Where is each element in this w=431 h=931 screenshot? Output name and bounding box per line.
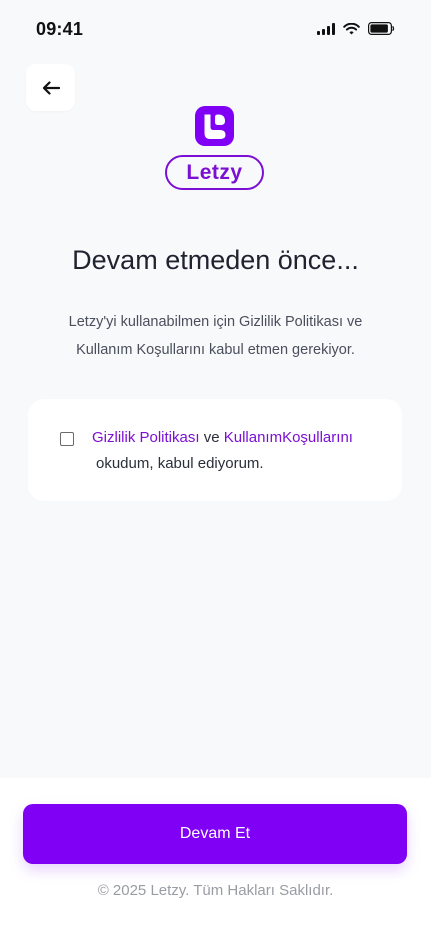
status-icons [317,22,395,35]
consent-text-line-2: okudum, kabul ediyorum. [96,455,264,472]
consent-conjunction: ve [203,429,220,446]
copyright-text: © 2025 Letzy. Tüm Hakları Saklıdır. [97,882,334,899]
page-description: Letzy'yi kullanabilmen için Gizlilik Pol… [40,308,391,364]
privacy-policy-link[interactable]: Gizlilik Politikası [92,429,200,446]
wifi-icon [343,22,360,34]
continue-button[interactable]: Devam Et [23,804,407,864]
back-button[interactable] [26,64,75,111]
letzy-logo-icon [195,106,234,146]
status-time: 09:41 [36,19,84,39]
letzy-wordmark: Letzy [165,155,264,190]
bottom-area: Devam Et © 2025 Letzy. Tüm Hakları Saklı… [0,778,431,931]
description-line-1: Letzy'yi kullanabilmen için Gizlilik Pol… [68,314,363,330]
consent-card: Gizlilik Politikası ve KullanımKoşulları… [28,399,402,501]
terms-of-use-link[interactable]: KullanımKoşullarını [224,429,353,446]
consent-checkbox[interactable] [60,432,74,446]
signal-icon [317,22,335,35]
battery-icon [368,22,395,35]
consent-screen: 09:41 Letzy Devam etmeden önce... Letzy'… [0,0,431,931]
description-line-2: Kullanım Koşullarını kabul etmen gerekiy… [76,342,355,358]
page-title: Devam etmeden önce... [72,245,359,275]
arrow-left-icon [42,80,60,95]
consent-text-line-1: Gizlilik Politikası ve KullanımKoşulları… [92,429,353,446]
status-bar: 09:41 [0,0,431,60]
